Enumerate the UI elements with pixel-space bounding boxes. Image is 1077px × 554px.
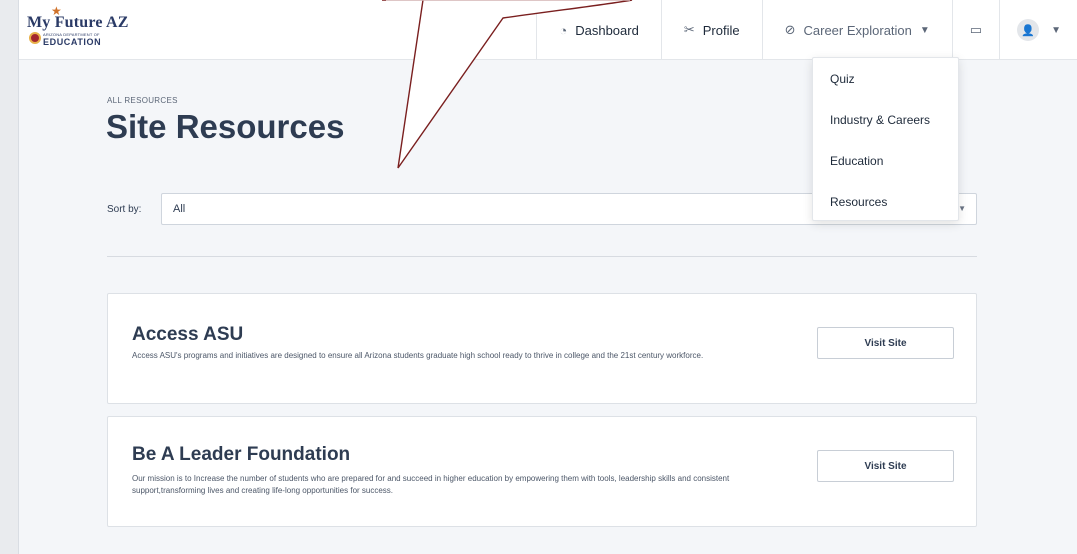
resource-card: Access ASU Access ASU's programs and ini… [107,293,977,404]
menu-item-education[interactable]: Education [813,140,958,181]
menu-item-industry-careers[interactable]: Industry & Careers [813,99,958,140]
resource-title: Be A Leader Foundation [132,444,351,465]
menu-item-resources[interactable]: Resources [813,181,958,222]
compass-icon: ⊘ [784,22,796,37]
tools-icon: ✂ [683,22,695,37]
visit-site-button[interactable]: Visit Site [817,450,954,482]
nav-career-exploration[interactable]: ⊘ Career Exploration ▼ [761,0,952,60]
menu-item-quiz[interactable]: Quiz [813,58,958,99]
visit-site-button[interactable]: Visit Site [817,327,954,359]
state-seal-icon [29,32,41,44]
education-label: EDUCATION [43,37,102,47]
app-frame: ★ My Future AZ ARIZONA DEPARTMENT OF EDU… [18,0,1077,554]
dashboard-icon: ◔ [559,22,568,38]
resource-description: Our mission is to Increase the number of… [132,474,730,495]
nav-career-label: Career Exploration [803,22,912,38]
nav-profile[interactable]: ✂ Profile [660,0,762,60]
resource-card: Be A Leader Foundation Our mission is to… [107,416,977,527]
nav-dashboard-label: Dashboard [575,22,639,38]
chevron-down-icon: ▼ [919,24,930,36]
nav-user-menu[interactable]: 👤 ▼ [999,0,1077,60]
sort-label: Sort by: [107,204,142,215]
brand-name: My Future AZ [27,14,129,31]
resource-title: Access ASU [132,324,244,345]
page-title: Site Resources [106,108,345,145]
top-nav: ★ My Future AZ ARIZONA DEPARTMENT OF EDU… [19,0,1077,60]
breadcrumb: ALL RESOURCES [107,96,178,105]
main-nav: ◔ Dashboard ✂ Profile ⊘ Career Explorati… [536,0,1077,60]
inbox-icon: ▭ [969,22,983,37]
nav-dashboard[interactable]: ◔ Dashboard [536,0,660,60]
chevron-down-icon: ▼ [1051,24,1061,36]
divider [107,256,977,257]
nav-inbox[interactable]: ▭ [951,0,999,60]
resource-description: Access ASU's programs and initiatives ar… [132,351,704,360]
avatar-icon: 👤 [1017,19,1040,41]
sort-select-value: All [173,203,186,215]
chevron-down-icon: ▼ [958,204,966,213]
career-dropdown-menu: Quiz Industry & Careers Education Resour… [812,57,959,221]
logo[interactable]: ★ My Future AZ ARIZONA DEPARTMENT OF EDU… [27,4,147,50]
nav-profile-label: Profile [702,22,740,38]
